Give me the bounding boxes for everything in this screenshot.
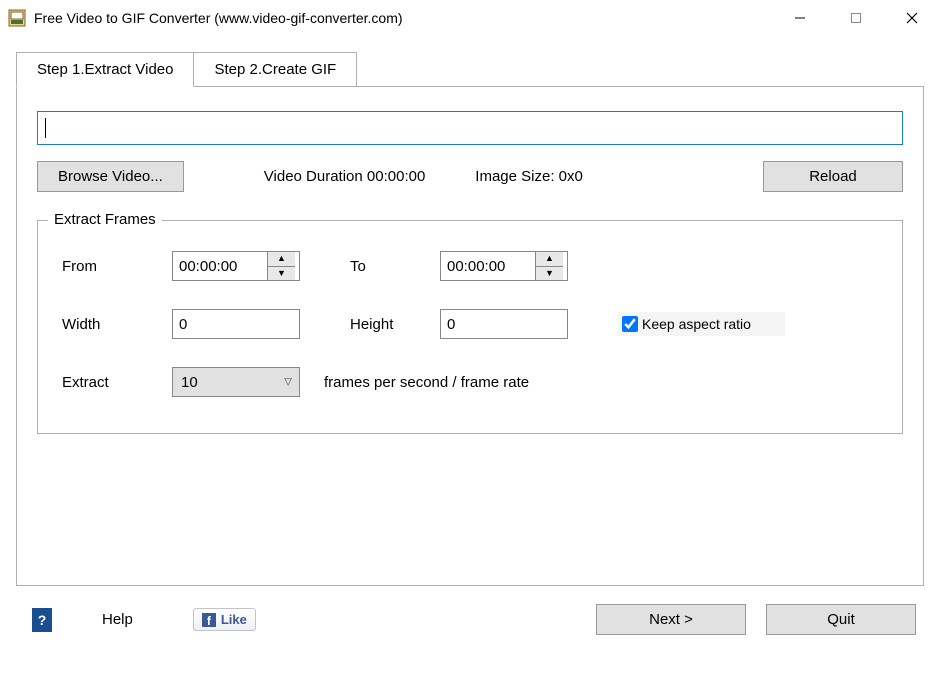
minimize-button[interactable]	[772, 0, 828, 36]
titlebar: Free Video to GIF Converter (www.video-g…	[0, 0, 940, 36]
maximize-button[interactable]	[828, 0, 884, 36]
to-spin-down[interactable]: ▼	[536, 267, 563, 281]
from-time-field[interactable]	[173, 252, 267, 280]
footer: ? Help f Like Next > Quit	[0, 586, 940, 653]
fps-select[interactable]	[172, 367, 300, 397]
facebook-icon: f	[202, 613, 216, 627]
tab-step1[interactable]: Step 1.Extract Video	[16, 52, 194, 87]
close-button[interactable]	[884, 0, 940, 36]
from-spin-up[interactable]: ▲	[268, 252, 295, 267]
keep-aspect-label: Keep aspect ratio	[642, 316, 751, 332]
image-size-label: Image Size: 0x0	[475, 168, 583, 185]
fps-suffix-label: frames per second / frame rate	[324, 374, 529, 391]
extract-frames-group: Extract Frames From ▲ ▼ To ▲ ▼	[37, 220, 903, 434]
extract-frames-legend: Extract Frames	[48, 211, 162, 228]
height-label: Height	[350, 316, 440, 333]
to-time-input[interactable]: ▲ ▼	[440, 251, 568, 281]
to-spin-up[interactable]: ▲	[536, 252, 563, 267]
from-spin-down[interactable]: ▼	[268, 267, 295, 281]
help-link[interactable]: Help	[102, 611, 133, 628]
help-icon[interactable]: ?	[32, 608, 52, 632]
browse-video-button[interactable]: Browse Video...	[37, 161, 184, 192]
width-input[interactable]	[172, 309, 300, 339]
reload-button[interactable]: Reload	[763, 161, 903, 192]
keep-aspect-input[interactable]	[622, 316, 638, 332]
from-label: From	[62, 258, 172, 275]
app-icon	[8, 9, 26, 27]
like-label: Like	[221, 612, 247, 627]
video-path-input[interactable]	[37, 111, 903, 145]
window-title: Free Video to GIF Converter (www.video-g…	[34, 10, 772, 26]
to-time-field[interactable]	[441, 252, 535, 280]
height-input[interactable]	[440, 309, 568, 339]
to-label: To	[350, 258, 440, 275]
tab-step2[interactable]: Step 2.Create GIF	[194, 52, 357, 87]
extract-label: Extract	[62, 374, 172, 391]
tabs: Step 1.Extract Video Step 2.Create GIF	[16, 52, 924, 87]
facebook-like-button[interactable]: f Like	[193, 608, 256, 631]
from-time-input[interactable]: ▲ ▼	[172, 251, 300, 281]
next-button[interactable]: Next >	[596, 604, 746, 635]
keep-aspect-checkbox[interactable]: Keep aspect ratio	[618, 312, 785, 336]
video-duration-label: Video Duration 00:00:00	[264, 168, 426, 185]
tab-panel-step1: Browse Video... Video Duration 00:00:00 …	[16, 86, 924, 586]
quit-button[interactable]: Quit	[766, 604, 916, 635]
width-label: Width	[62, 316, 172, 333]
